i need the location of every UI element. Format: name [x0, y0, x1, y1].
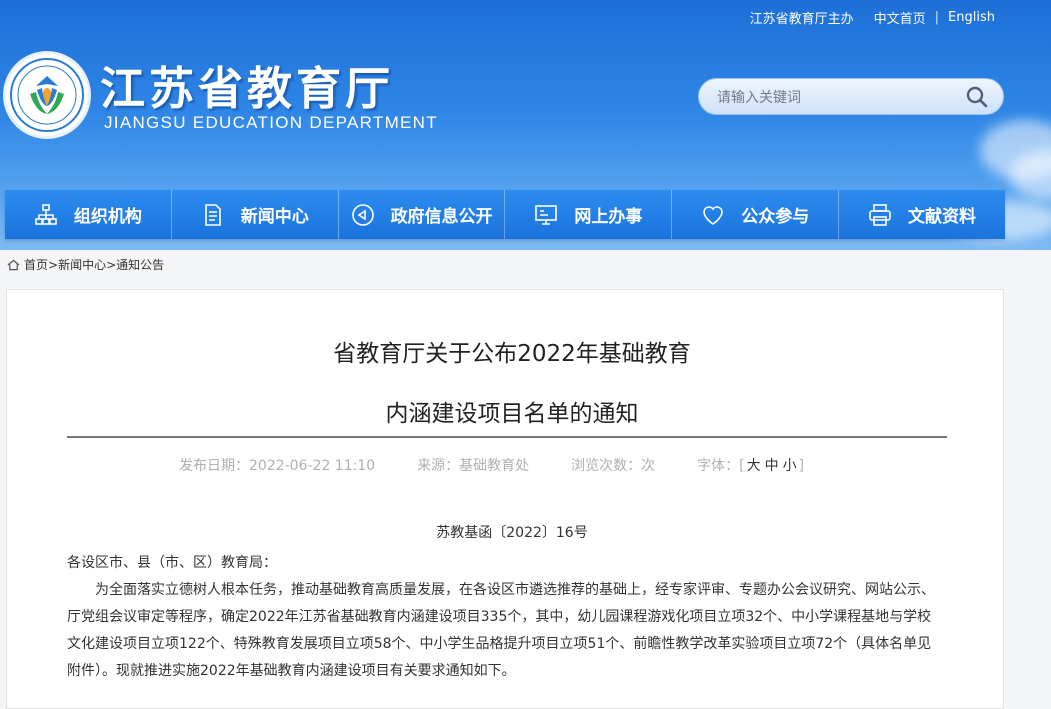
nav-label: 公众参与: [741, 207, 810, 227]
nav-item-gov-info[interactable]: 政府信息公开: [339, 190, 506, 239]
nav-item-documents[interactable]: 文献资料: [839, 190, 1005, 239]
font-medium-button[interactable]: 中: [765, 458, 779, 474]
chinese-home-link[interactable]: 中文首页: [874, 8, 926, 27]
font-small-button[interactable]: 小: [783, 458, 797, 474]
breadcrumb-separator: >: [48, 257, 59, 272]
breadcrumb-home[interactable]: 首页: [24, 256, 48, 273]
heart-icon: [703, 205, 724, 225]
monitor-icon: [535, 204, 558, 225]
nav-item-organization[interactable]: 组织机构: [5, 190, 172, 239]
breadcrumb-separator: >: [106, 257, 117, 272]
nav-item-public-participation[interactable]: 公众参与: [672, 190, 840, 239]
article-title-line2: 内涵建设项目名单的通知: [385, 401, 639, 427]
paragraph: 为全面落实立德树人根本任务，推动基础教育高质量发展，在各设区市遴选推荐的基础上，…: [67, 582, 935, 679]
search-icon[interactable]: [965, 85, 989, 109]
breadcrumb-news[interactable]: 新闻中心: [58, 256, 106, 273]
font-large-button[interactable]: 大: [747, 458, 761, 474]
nav-label: 文献资料: [908, 207, 977, 227]
article-title-line1: 省教育厅关于公布2022年基础教育: [333, 341, 691, 367]
emblem-logo[interactable]: [6, 54, 88, 136]
news-document-icon: [204, 203, 221, 226]
top-links: 江苏省教育厅主办 中文首页 | English: [749, 8, 995, 27]
breadcrumb-notice[interactable]: 通知公告: [116, 256, 164, 273]
home-icon: [7, 259, 20, 270]
title-divider: [67, 436, 947, 438]
nav-label: 新闻中心: [240, 207, 309, 227]
nav-item-online-services[interactable]: 网上办事: [505, 190, 673, 239]
main-nav: 组织机构 新闻中心 政府信息公开 网上办事 公众参与 文献资料: [5, 190, 1005, 239]
nav-label: 组织机构: [73, 207, 142, 227]
search-box: [698, 78, 1004, 115]
sponsor-text: 江苏省教育厅主办: [749, 12, 854, 27]
article-panel: 省教育厅关于公布2022年基础教育 内涵建设项目名单的通知 发布日期：2022-…: [6, 289, 1004, 709]
breadcrumb: 首页 > 新闻中心 > 通知公告: [7, 256, 164, 273]
view-count: 浏览次数：次: [571, 458, 656, 474]
article-meta: 发布日期：2022-06-22 11:10 来源：基础教育处 浏览次数：次 字体…: [179, 455, 804, 475]
nav-item-news[interactable]: 新闻中心: [172, 190, 339, 239]
site-subtitle: JIANGSU EDUCATION DEPARTMENT: [104, 113, 438, 132]
publish-date: 发布日期：2022-06-22 11:10: [179, 458, 376, 474]
site-title: 江苏省教育厅: [100, 62, 395, 115]
nav-label: 网上办事: [574, 207, 643, 227]
printer-icon: [869, 203, 891, 226]
announcement-icon: [351, 203, 374, 226]
article-body: 各设区市、县（市、区）教育局： 为全面落实立德树人根本任务，推动基础教育高质量发…: [67, 550, 945, 685]
document-number: 苏教基函〔2022〕16号: [436, 525, 588, 541]
nav-label: 政府信息公开: [390, 207, 493, 227]
font-size-label: 字体：[: [697, 458, 745, 474]
font-size-selector: 字体：[大中小]: [697, 455, 804, 475]
article-source: 来源：基础教育处: [417, 458, 530, 474]
org-chart-icon: [35, 203, 57, 225]
font-size-bracket: ]: [798, 458, 805, 474]
search-input[interactable]: [715, 87, 959, 109]
salutation: 各设区市、县（市、区）教育局：: [67, 555, 277, 571]
english-link[interactable]: English: [948, 10, 995, 25]
